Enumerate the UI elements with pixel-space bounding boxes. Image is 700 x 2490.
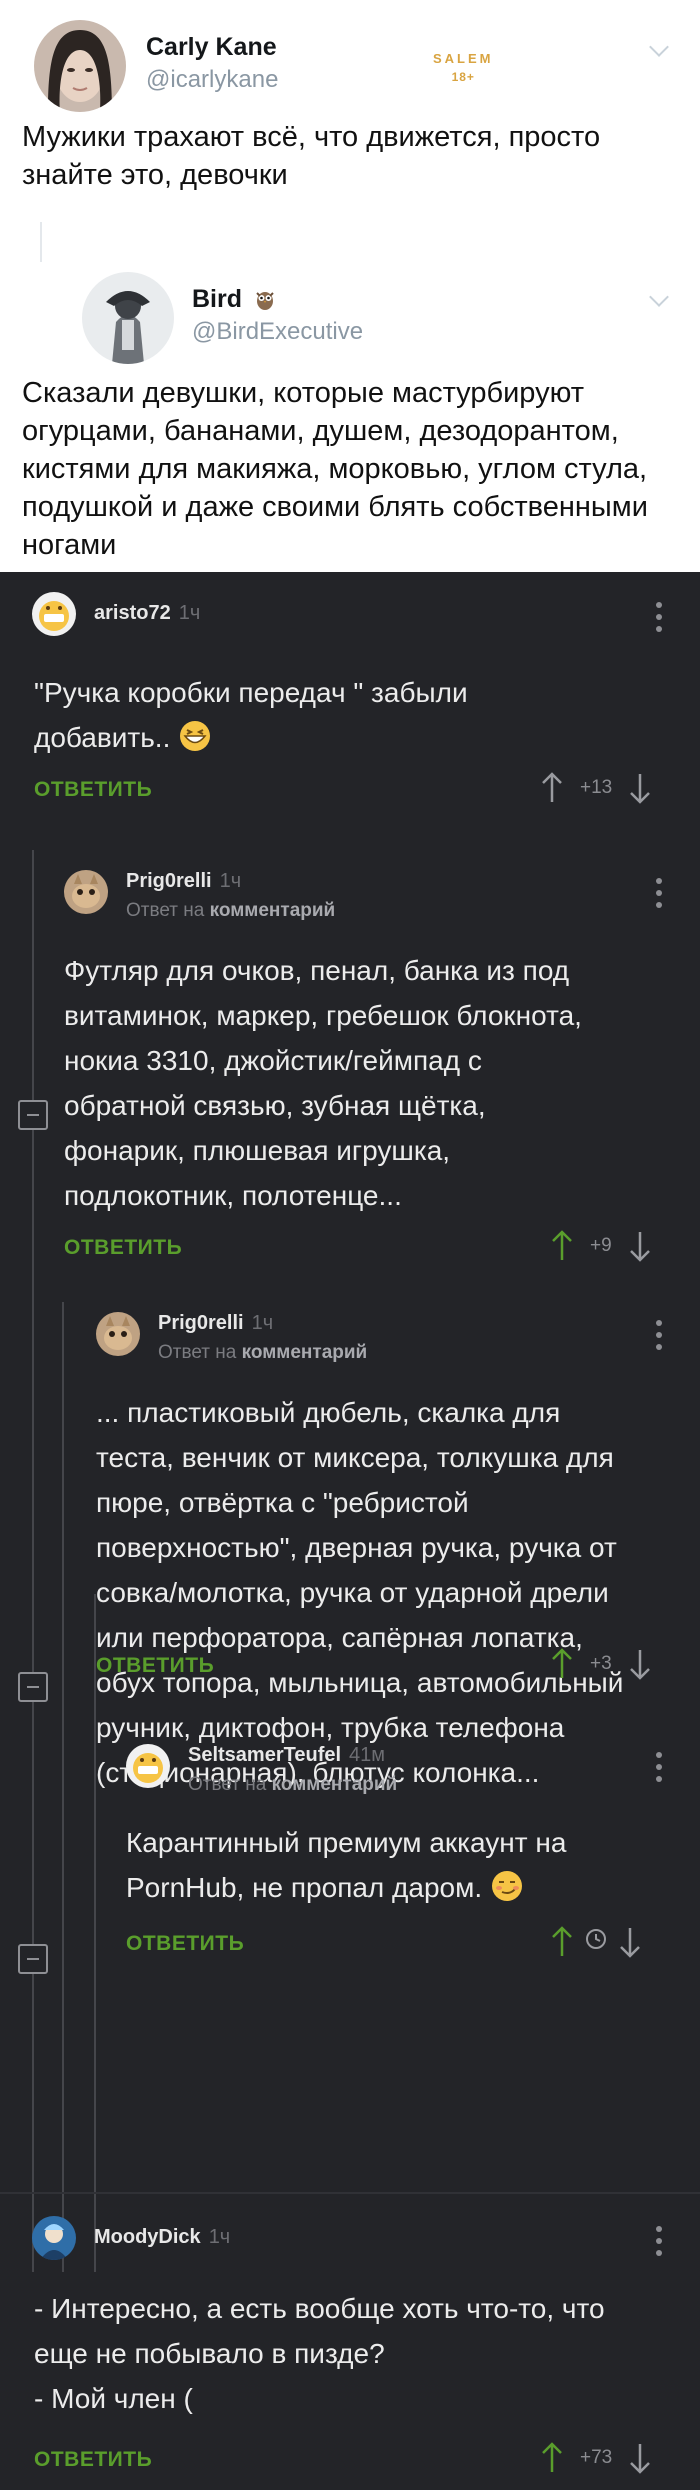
comment1-body: "Ручка коробки передач " забыли добавить…: [34, 677, 468, 753]
comment3-author[interactable]: Prig0relli 1ч: [158, 1312, 273, 1335]
comment3-text: ... пластиковый дюбель, скалка для теста…: [96, 1397, 624, 1788]
avatar[interactable]: [32, 2216, 76, 2260]
tweet1-header: Carly Kane @icarlykane: [34, 20, 278, 112]
avatar[interactable]: [64, 870, 108, 914]
more-dots-icon[interactable]: [656, 602, 662, 632]
comment4-time: 41м: [349, 1744, 386, 1766]
reply-target-link[interactable]: комментарий: [272, 1774, 398, 1795]
tweet1-chevron-down-icon[interactable]: [649, 37, 669, 57]
watermark-age: 18+: [451, 70, 475, 84]
arrow-up-icon[interactable]: [548, 1924, 576, 1960]
comment1-votes: +13: [538, 768, 654, 808]
smirk-emoji-icon: [490, 1869, 524, 1903]
avatar[interactable]: [96, 1312, 140, 1356]
comment2-time: 1ч: [219, 870, 242, 892]
avatar[interactable]: [32, 592, 76, 636]
comment3-reply-to: Ответ на комментарий: [158, 1342, 367, 1364]
quote-divider: [40, 222, 42, 262]
comment1-author[interactable]: aristo72 1ч: [94, 602, 200, 625]
comment2-votes: +9: [548, 1226, 654, 1266]
tweet2-header: Bird @BirdExecutive: [82, 272, 363, 364]
tweet1-avatar: [34, 20, 126, 112]
tweet2-avatar: [82, 272, 174, 364]
comment2-reply-button[interactable]: ОТВЕТИТЬ: [64, 1236, 182, 1260]
comment3-reply-button[interactable]: ОТВЕТИТЬ: [96, 1654, 214, 1678]
comment2-text: Футляр для очков, пенал, банка из под ви…: [64, 955, 582, 1211]
comment4-author[interactable]: SeltsamerTeufel 41м: [188, 1744, 385, 1767]
comment4-reply-button[interactable]: ОТВЕТИТЬ: [126, 1932, 244, 1956]
arrow-down-icon[interactable]: [626, 770, 654, 806]
comment4-reply-to: Ответ на комментарий: [188, 1774, 397, 1796]
avatar[interactable]: [126, 1744, 170, 1788]
tweet2-handle: @BirdExecutive: [192, 317, 364, 345]
reply-prefix: Ответ на: [158, 1342, 237, 1363]
thread-branch-line: [32, 850, 34, 2272]
comment3-time: 1ч: [251, 1312, 274, 1334]
comment3-username[interactable]: Prig0relli: [158, 1312, 244, 1334]
arrow-down-icon[interactable]: [626, 1228, 654, 1264]
comments-thread: aristo72 1ч "Ручка коробки передач " забы…: [0, 572, 700, 2490]
tweet1-text: Мужики трахают всё, что движется, просто…: [22, 121, 601, 191]
tweet2-name-row: Bird: [192, 285, 363, 314]
more-dots-icon[interactable]: [656, 878, 662, 908]
tweet1-name: Carly Kane: [146, 32, 277, 61]
comment5-score: +73: [580, 2447, 613, 2468]
more-dots-icon[interactable]: [656, 1320, 662, 1350]
arrow-up-icon[interactable]: [548, 1228, 576, 1264]
comment5-time: 1ч: [208, 2226, 231, 2248]
grinning-emoji-icon: [178, 719, 212, 753]
reply-target-link[interactable]: комментарий: [210, 900, 336, 921]
arrow-down-icon[interactable]: [616, 1924, 644, 1960]
comment5-votes: +73: [538, 2438, 654, 2478]
watermark: SALEM 18+: [433, 50, 494, 86]
comment2-reply-to: Ответ на комментарий: [126, 900, 335, 922]
comment3-votes: +3: [548, 1644, 654, 1684]
collapse-icon[interactable]: [18, 1100, 48, 1130]
collapse-icon[interactable]: [18, 1944, 48, 1974]
clock-icon: [584, 1927, 608, 1957]
comment2-username[interactable]: Prig0relli: [126, 870, 212, 892]
owl-emoji-icon: [255, 288, 275, 310]
comment1-time: 1ч: [178, 602, 201, 624]
tweet2-name: Bird: [192, 284, 242, 313]
reply-prefix: Ответ на: [188, 1774, 267, 1795]
reply-target-link[interactable]: комментарий: [242, 1342, 368, 1363]
comment5-text: - Интересно, а есть вообще хоть что-то, …: [34, 2293, 605, 2414]
comment5-username[interactable]: MoodyDick: [94, 2226, 201, 2248]
arrow-up-icon[interactable]: [538, 2440, 566, 2476]
watermark-brand: SALEM: [433, 51, 494, 66]
comment1-reply-button[interactable]: ОТВЕТИТЬ: [34, 778, 152, 802]
comment3-score: +3: [590, 1653, 612, 1674]
collapse-icon[interactable]: [18, 1672, 48, 1702]
thread-branch-line: [62, 1302, 64, 2272]
comment1-username[interactable]: aristo72: [94, 602, 171, 624]
comment1-text: "Ручка коробки передач " забыли добавить…: [34, 670, 594, 760]
more-dots-icon[interactable]: [656, 1752, 662, 1782]
comment4-text: Карантинный премиум аккаунт на PornHub, …: [126, 1820, 646, 1910]
comment4-username[interactable]: SeltsamerTeufel: [188, 1744, 341, 1766]
comment5-author[interactable]: MoodyDick 1ч: [94, 2226, 230, 2249]
comment4-votes: [548, 1922, 644, 1962]
tweet-screenshot: Carly Kane @icarlykane SALEM 18+ Мужики …: [0, 0, 700, 572]
comment2-author[interactable]: Prig0relli 1ч: [126, 870, 241, 893]
more-dots-icon[interactable]: [656, 2226, 662, 2256]
tweet2-text: Сказали девушки, которые мастурбируют ог…: [22, 377, 648, 561]
tweet1-handle: @icarlykane: [146, 65, 279, 93]
comment2-score: +9: [590, 1235, 612, 1256]
arrow-up-icon[interactable]: [548, 1646, 576, 1682]
arrow-up-icon[interactable]: [538, 770, 566, 806]
comment5-reply-button[interactable]: ОТВЕТИТЬ: [34, 2448, 152, 2472]
comment1-score: +13: [580, 777, 613, 798]
comment-divider: [0, 2192, 700, 2194]
tweet2-chevron-down-icon[interactable]: [649, 287, 669, 307]
reply-prefix: Ответ на: [126, 900, 205, 921]
arrow-down-icon[interactable]: [626, 1646, 654, 1682]
arrow-down-icon[interactable]: [626, 2440, 654, 2476]
